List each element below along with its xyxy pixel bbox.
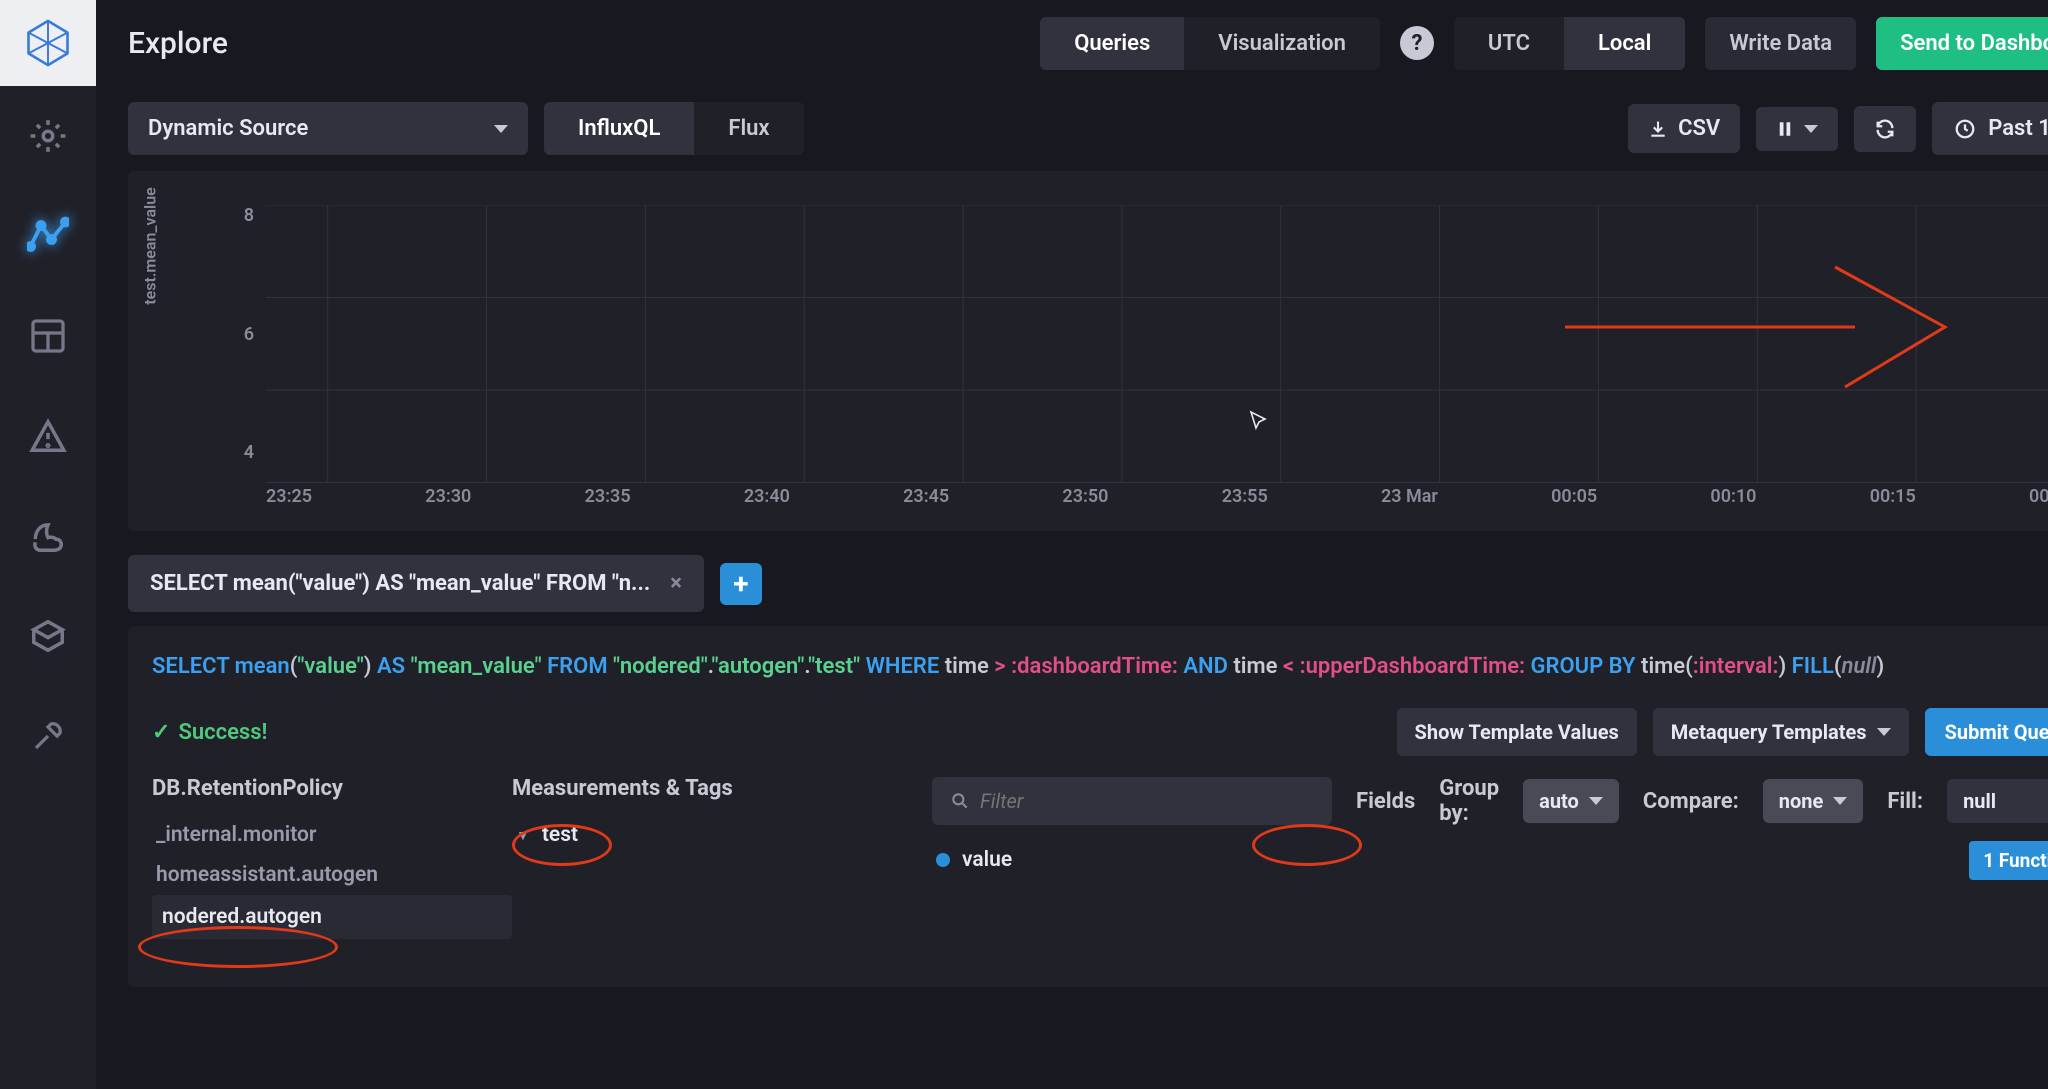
chevron-down-icon <box>1589 797 1603 805</box>
query-lang-toggle: InfluxQL Flux <box>544 102 804 155</box>
measurement-item[interactable]: ▼test <box>512 815 932 855</box>
chevron-down-icon <box>1833 797 1847 805</box>
x-axis-labels: 23:2523:3023:3523:4023:4523:5023:5523 Ma… <box>266 486 2048 507</box>
chart-svg <box>266 205 2048 483</box>
close-icon[interactable]: × <box>670 571 682 596</box>
submit-query-button[interactable]: Submit Query <box>1925 708 2048 756</box>
tab-visualization[interactable]: Visualization <box>1184 17 1380 70</box>
query-status: ✓ Success! <box>152 720 267 745</box>
compare-select[interactable]: none <box>1763 779 1864 823</box>
timerange-dropdown[interactable]: Past 1h <box>1932 102 2048 155</box>
chart-panel: test.mean_value 864 23:2523:3023:3523:40… <box>128 171 2048 531</box>
field-item[interactable]: value <box>932 840 1016 880</box>
query-editor[interactable]: SELECT mean("value") AS "mean_value" FRO… <box>152 650 2048 684</box>
search-icon <box>950 791 970 811</box>
db-item[interactable]: _internal.monitor <box>152 815 512 855</box>
write-data-button[interactable]: Write Data <box>1705 17 1856 70</box>
refresh-button[interactable] <box>1854 106 1916 152</box>
help-icon[interactable]: ? <box>1400 26 1434 60</box>
y-axis-ticks: 864 <box>230 205 254 463</box>
clock-icon <box>1954 118 1976 140</box>
measurements-column-title: Measurements & Tags <box>512 776 932 801</box>
nav-config-icon[interactable] <box>0 686 96 786</box>
check-icon: ✓ <box>152 720 170 745</box>
nav-dashboards-icon[interactable] <box>0 286 96 386</box>
compare-label: Compare: <box>1643 789 1739 814</box>
metaquery-templates-dropdown[interactable]: Metaquery Templates <box>1653 708 1909 756</box>
chart-y-label: test.mean_value <box>141 187 160 305</box>
db-item[interactable]: homeassistant.autogen <box>152 855 512 895</box>
groupby-label: Group by: <box>1439 776 1499 826</box>
download-icon <box>1648 119 1668 139</box>
fill-select[interactable]: null <box>1947 779 2048 823</box>
logo[interactable] <box>0 0 96 86</box>
send-to-dashboard-button[interactable]: Send to Dashboard <box>1876 17 2048 70</box>
db-item[interactable]: nodered.autogen <box>152 895 512 939</box>
db-column-title: DB.RetentionPolicy <box>152 776 512 801</box>
function-count-badge[interactable]: 1 Function <box>1969 841 2048 880</box>
view-mode-toggle: Queries Visualization <box>1040 17 1380 70</box>
groupby-select[interactable]: auto <box>1523 779 1619 823</box>
chevron-down-icon <box>1877 728 1891 736</box>
lang-flux[interactable]: Flux <box>694 102 803 155</box>
page-title: Explore <box>128 26 228 61</box>
refresh-icon <box>1874 118 1896 140</box>
nav-logs-icon[interactable] <box>0 486 96 586</box>
chevron-down-icon <box>494 125 508 133</box>
source-label: Dynamic Source <box>148 116 308 141</box>
lang-influxql[interactable]: InfluxQL <box>544 102 694 155</box>
csv-button[interactable]: CSV <box>1628 104 1740 153</box>
query-tab[interactable]: SELECT mean("value") AS "mean_value" FRO… <box>128 555 704 612</box>
fill-label: Fill: <box>1887 789 1923 814</box>
nav-admin-icon[interactable] <box>0 586 96 686</box>
pause-button[interactable] <box>1756 107 1838 151</box>
tz-utc[interactable]: UTC <box>1454 17 1564 70</box>
nav-alerts-icon[interactable] <box>0 386 96 486</box>
tab-queries[interactable]: Queries <box>1040 17 1184 70</box>
timezone-toggle: UTC Local <box>1454 17 1685 70</box>
nav-status-icon[interactable] <box>0 86 96 186</box>
chevron-down-icon <box>1804 125 1818 133</box>
cursor-icon <box>1246 409 1270 433</box>
fields-column-title: Fields <box>1356 789 1415 814</box>
pause-icon <box>1776 119 1794 139</box>
show-template-values-button[interactable]: Show Template Values <box>1397 708 1637 756</box>
source-dropdown[interactable]: Dynamic Source <box>128 102 528 155</box>
tz-local[interactable]: Local <box>1564 17 1685 70</box>
nav-explore-icon[interactable] <box>0 186 96 286</box>
add-query-button[interactable]: + <box>720 563 762 605</box>
filter-input[interactable] <box>932 777 1332 825</box>
